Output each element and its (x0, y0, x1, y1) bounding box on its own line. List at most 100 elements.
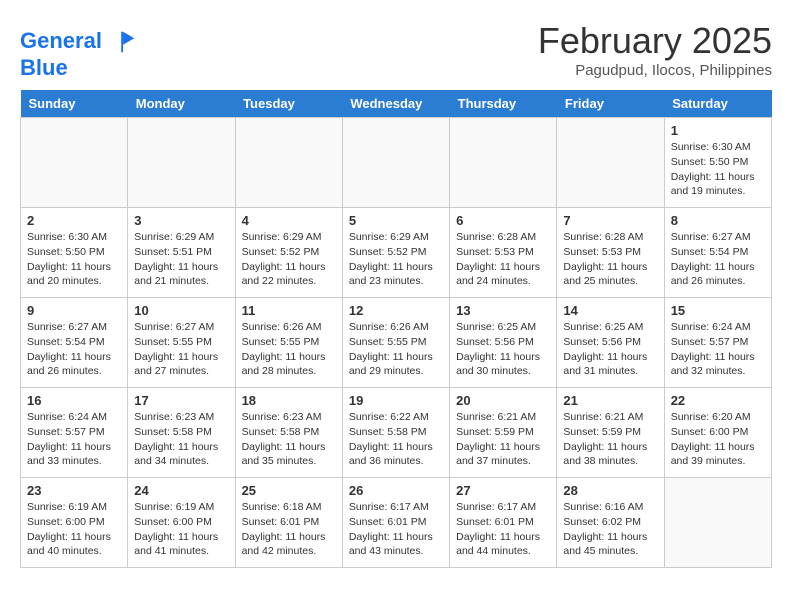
calendar-cell (557, 118, 664, 208)
cell-daylight-info: Sunrise: 6:30 AMSunset: 5:50 PMDaylight:… (27, 230, 121, 289)
day-header-monday: Monday (128, 90, 235, 118)
day-number: 24 (134, 483, 228, 498)
calendar-cell: 14 Sunrise: 6:25 AMSunset: 5:56 PMDayligh… (557, 298, 664, 388)
day-number: 21 (563, 393, 657, 408)
day-number: 3 (134, 213, 228, 228)
cell-daylight-info: Sunrise: 6:27 AMSunset: 5:54 PMDaylight:… (671, 230, 765, 289)
week-row-4: 23 Sunrise: 6:19 AMSunset: 6:00 PMDayligh… (21, 478, 772, 568)
calendar-cell: 12 Sunrise: 6:26 AMSunset: 5:55 PMDayligh… (342, 298, 449, 388)
day-header-saturday: Saturday (664, 90, 771, 118)
calendar-cell (21, 118, 128, 208)
cell-daylight-info: Sunrise: 6:25 AMSunset: 5:56 PMDaylight:… (563, 320, 657, 379)
day-number: 15 (671, 303, 765, 318)
day-number: 23 (27, 483, 121, 498)
calendar-cell: 27 Sunrise: 6:17 AMSunset: 6:01 PMDayligh… (450, 478, 557, 568)
calendar-cell: 6 Sunrise: 6:28 AMSunset: 5:53 PMDaylight… (450, 208, 557, 298)
day-number: 27 (456, 483, 550, 498)
cell-daylight-info: Sunrise: 6:29 AMSunset: 5:52 PMDaylight:… (242, 230, 336, 289)
cell-daylight-info: Sunrise: 6:27 AMSunset: 5:55 PMDaylight:… (134, 320, 228, 379)
calendar-cell: 15Sunrise: 6:24 AMSunset: 5:57 PMDayligh… (664, 298, 771, 388)
cell-daylight-info: Sunrise: 6:24 AMSunset: 5:57 PMDaylight:… (27, 410, 121, 469)
cell-daylight-info: Sunrise: 6:28 AMSunset: 5:53 PMDaylight:… (563, 230, 657, 289)
day-number: 17 (134, 393, 228, 408)
calendar-cell: 18 Sunrise: 6:23 AMSunset: 5:58 PMDayligh… (235, 388, 342, 478)
day-number: 28 (563, 483, 657, 498)
week-row-1: 2 Sunrise: 6:30 AMSunset: 5:50 PMDaylight… (21, 208, 772, 298)
day-number: 6 (456, 213, 550, 228)
calendar-cell: 9 Sunrise: 6:27 AMSunset: 5:54 PMDaylight… (21, 298, 128, 388)
cell-daylight-info: Sunrise: 6:27 AMSunset: 5:54 PMDaylight:… (27, 320, 121, 379)
day-number: 20 (456, 393, 550, 408)
cell-daylight-info: Sunrise: 6:17 AMSunset: 6:01 PMDaylight:… (456, 500, 550, 559)
day-number: 14 (563, 303, 657, 318)
calendar-header-row: SundayMondayTuesdayWednesdayThursdayFrid… (21, 90, 772, 118)
cell-daylight-info: Sunrise: 6:29 AMSunset: 5:52 PMDaylight:… (349, 230, 443, 289)
cell-daylight-info: Sunrise: 6:29 AMSunset: 5:51 PMDaylight:… (134, 230, 228, 289)
month-year-title: February 2025 (538, 20, 772, 62)
logo-blue: Blue (20, 55, 68, 80)
calendar-cell: 28 Sunrise: 6:16 AMSunset: 6:02 PMDayligh… (557, 478, 664, 568)
week-row-3: 16 Sunrise: 6:24 AMSunset: 5:57 PMDayligh… (21, 388, 772, 478)
day-number: 18 (242, 393, 336, 408)
logo: General Blue (20, 28, 138, 80)
cell-daylight-info: Sunrise: 6:23 AMSunset: 5:58 PMDaylight:… (242, 410, 336, 469)
day-number: 16 (27, 393, 121, 408)
logo-icon (110, 28, 138, 56)
cell-daylight-info: Sunrise: 6:28 AMSunset: 5:53 PMDaylight:… (456, 230, 550, 289)
cell-daylight-info: Sunrise: 6:21 AMSunset: 5:59 PMDaylight:… (456, 410, 550, 469)
calendar-cell: 23 Sunrise: 6:19 AMSunset: 6:00 PMDayligh… (21, 478, 128, 568)
cell-daylight-info: Sunrise: 6:18 AMSunset: 6:01 PMDaylight:… (242, 500, 336, 559)
day-header-sunday: Sunday (21, 90, 128, 118)
cell-daylight-info: Sunrise: 6:19 AMSunset: 6:00 PMDaylight:… (27, 500, 121, 559)
day-number: 4 (242, 213, 336, 228)
cell-daylight-info: Sunrise: 6:23 AMSunset: 5:58 PMDaylight:… (134, 410, 228, 469)
calendar-cell: 11Sunrise: 6:26 AMSunset: 5:55 PMDayligh… (235, 298, 342, 388)
day-number: 12 (349, 303, 443, 318)
calendar-cell (450, 118, 557, 208)
day-number: 7 (563, 213, 657, 228)
calendar-table: SundayMondayTuesdayWednesdayThursdayFrid… (20, 90, 772, 568)
calendar-cell: 19Sunrise: 6:22 AMSunset: 5:58 PMDayligh… (342, 388, 449, 478)
cell-daylight-info: Sunrise: 6:17 AMSunset: 6:01 PMDaylight:… (349, 500, 443, 559)
calendar-cell: 7 Sunrise: 6:28 AMSunset: 5:53 PMDaylight… (557, 208, 664, 298)
calendar-cell: 5 Sunrise: 6:29 AMSunset: 5:52 PMDaylight… (342, 208, 449, 298)
title-block: February 2025 Pagudpud, Ilocos, Philippi… (538, 20, 772, 79)
day-number: 5 (349, 213, 443, 228)
cell-daylight-info: Sunrise: 6:22 AMSunset: 5:58 PMDaylight:… (349, 410, 443, 469)
week-row-2: 9 Sunrise: 6:27 AMSunset: 5:54 PMDaylight… (21, 298, 772, 388)
calendar-cell: 8Sunrise: 6:27 AMSunset: 5:54 PMDaylight… (664, 208, 771, 298)
calendar-cell: 1 Sunrise: 6:30 AMSunset: 5:50 PMDaylight… (664, 118, 771, 208)
calendar-cell: 13 Sunrise: 6:25 AMSunset: 5:56 PMDayligh… (450, 298, 557, 388)
week-row-0: 1 Sunrise: 6:30 AMSunset: 5:50 PMDaylight… (21, 118, 772, 208)
page-header: General Blue February 2025 Pagudpud, Ilo… (20, 20, 772, 80)
calendar-cell: 4 Sunrise: 6:29 AMSunset: 5:52 PMDaylight… (235, 208, 342, 298)
day-number: 13 (456, 303, 550, 318)
calendar-cell: 16 Sunrise: 6:24 AMSunset: 5:57 PMDayligh… (21, 388, 128, 478)
day-header-friday: Friday (557, 90, 664, 118)
cell-daylight-info: Sunrise: 6:16 AMSunset: 6:02 PMDaylight:… (563, 500, 657, 559)
cell-daylight-info: Sunrise: 6:19 AMSunset: 6:00 PMDaylight:… (134, 500, 228, 559)
day-number: 22 (671, 393, 765, 408)
calendar-cell: 22Sunrise: 6:20 AMSunset: 6:00 PMDayligh… (664, 388, 771, 478)
day-header-wednesday: Wednesday (342, 90, 449, 118)
day-number: 10 (134, 303, 228, 318)
cell-daylight-info: Sunrise: 6:21 AMSunset: 5:59 PMDaylight:… (563, 410, 657, 469)
day-number: 1 (671, 123, 765, 138)
calendar-cell: 2 Sunrise: 6:30 AMSunset: 5:50 PMDaylight… (21, 208, 128, 298)
calendar-cell (664, 478, 771, 568)
day-header-tuesday: Tuesday (235, 90, 342, 118)
calendar-cell: 3 Sunrise: 6:29 AMSunset: 5:51 PMDaylight… (128, 208, 235, 298)
cell-daylight-info: Sunrise: 6:30 AMSunset: 5:50 PMDaylight:… (671, 140, 765, 199)
calendar-cell: 20 Sunrise: 6:21 AMSunset: 5:59 PMDayligh… (450, 388, 557, 478)
cell-daylight-info: Sunrise: 6:25 AMSunset: 5:56 PMDaylight:… (456, 320, 550, 379)
calendar-cell (235, 118, 342, 208)
day-number: 11 (242, 303, 336, 318)
calendar-cell (342, 118, 449, 208)
logo-general: General (20, 28, 102, 53)
calendar-cell: 21 Sunrise: 6:21 AMSunset: 5:59 PMDayligh… (557, 388, 664, 478)
cell-daylight-info: Sunrise: 6:26 AMSunset: 5:55 PMDaylight:… (349, 320, 443, 379)
day-number: 25 (242, 483, 336, 498)
day-number: 2 (27, 213, 121, 228)
day-number: 26 (349, 483, 443, 498)
day-number: 9 (27, 303, 121, 318)
